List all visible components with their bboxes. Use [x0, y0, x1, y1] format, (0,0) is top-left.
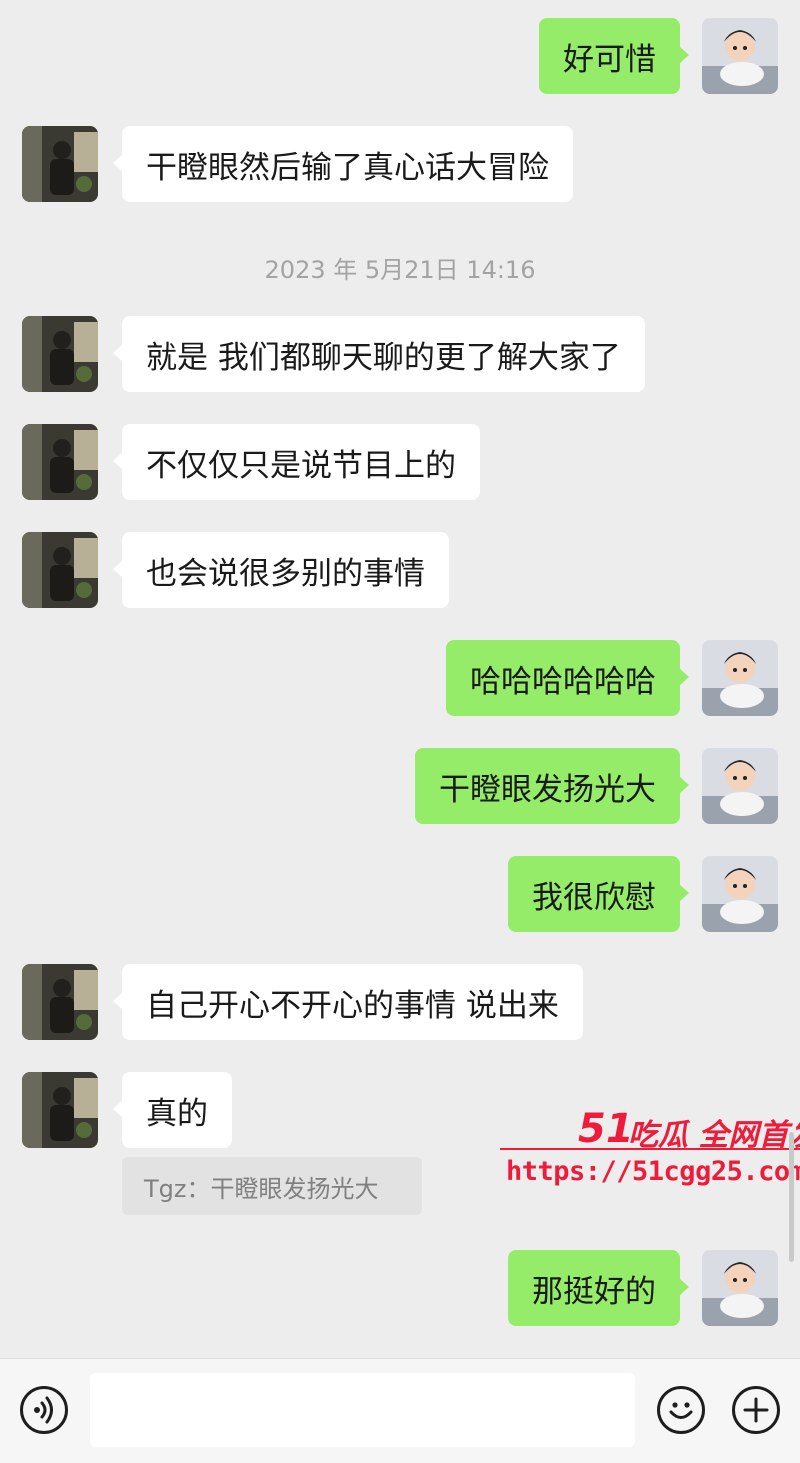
message-bubble-outgoing[interactable]: 那挺好的 — [508, 1250, 689, 1326]
watermark: 51 吃瓜 全网首发 https://51cgg25.com — [500, 1108, 800, 1194]
message-bubble-outgoing[interactable]: 干瞪眼发扬光大 — [415, 748, 689, 824]
watermark-divider — [500, 1148, 800, 1150]
watermark-url: https://51cgg25.com — [506, 1156, 800, 1187]
message-text: 那挺好的 — [532, 1273, 656, 1310]
message-bubble-incoming[interactable]: 不仅仅只是说节目上的 — [113, 424, 480, 500]
scrollbar[interactable] — [789, 1132, 794, 1262]
contact-avatar[interactable] — [22, 424, 98, 500]
message-text: 好可惜 — [563, 41, 656, 78]
my-avatar[interactable] — [702, 1250, 778, 1326]
message-bubble-incoming[interactable]: 也会说很多别的事情 — [113, 532, 449, 608]
message-text: 我很欣慰 — [532, 879, 656, 916]
contact-avatar[interactable] — [22, 316, 98, 392]
message-bubble-outgoing[interactable]: 好可惜 — [539, 18, 689, 94]
message-bubble-incoming[interactable]: 自己开心不开心的事情 说出来 — [113, 964, 583, 1040]
emoji-button[interactable] — [657, 1386, 705, 1434]
my-avatar[interactable] — [702, 18, 778, 94]
message-text: 也会说很多别的事情 — [146, 555, 425, 592]
message-text: 真的 — [146, 1095, 208, 1132]
quoted-text: Tgz：干瞪眼发扬光大 — [144, 1174, 379, 1203]
my-avatar[interactable] — [702, 748, 778, 824]
message-bubble-incoming[interactable]: 干瞪眼然后输了真心话大冒险 — [113, 126, 573, 202]
contact-avatar[interactable] — [22, 126, 98, 202]
message-text: 就是 我们都聊天聊的更了解大家了 — [146, 339, 621, 376]
plus-icon — [743, 1397, 769, 1423]
contact-avatar[interactable] — [22, 1072, 98, 1148]
emoji-icon — [669, 1402, 693, 1419]
message-bubble-outgoing[interactable]: 我很欣慰 — [508, 856, 689, 932]
message-text: 不仅仅只是说节目上的 — [146, 447, 456, 484]
message-timestamp: 2023 年 5月21日 14:16 — [264, 256, 536, 284]
message-bubble-incoming[interactable]: 就是 我们都聊天聊的更了解大家了 — [113, 316, 645, 392]
voice-icon — [34, 1396, 53, 1424]
plus-button[interactable] — [732, 1386, 780, 1434]
quoted-message[interactable]: Tgz：干瞪眼发扬光大 — [122, 1157, 422, 1215]
message-bubble-incoming[interactable]: 真的 — [113, 1072, 232, 1148]
watermark-logo-number: 51 — [578, 1108, 634, 1148]
message-text: 自己开心不开心的事情 说出来 — [146, 987, 559, 1024]
contact-avatar[interactable] — [22, 964, 98, 1040]
message-text: 干瞪眼然后输了真心话大冒险 — [146, 149, 549, 186]
message-input[interactable] — [90, 1373, 635, 1447]
message-bubble-outgoing[interactable]: 哈哈哈哈哈哈 — [446, 640, 689, 716]
my-avatar[interactable] — [702, 856, 778, 932]
message-text: 哈哈哈哈哈哈 — [470, 663, 656, 700]
voice-button[interactable] — [20, 1386, 68, 1434]
my-avatar[interactable] — [702, 640, 778, 716]
contact-avatar[interactable] — [22, 532, 98, 608]
message-text: 干瞪眼发扬光大 — [439, 771, 656, 808]
input-bar — [0, 1358, 800, 1463]
